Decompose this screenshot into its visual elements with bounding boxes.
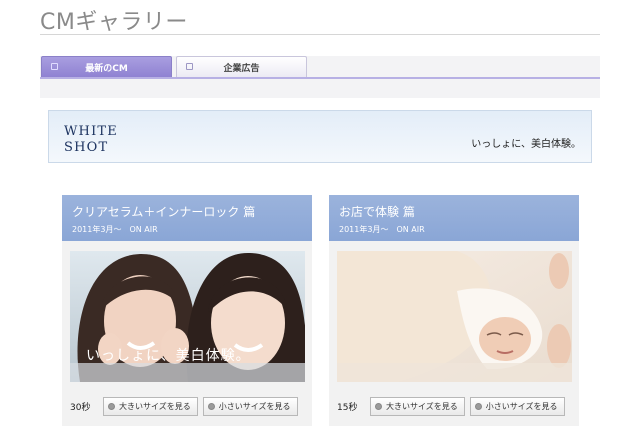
card-date: 2011年3月〜 ON AIR xyxy=(72,225,158,234)
tab-latest-cm[interactable]: 最新のCM xyxy=(41,56,172,77)
tab-label: 企業広告 xyxy=(223,63,260,74)
tab-square-icon xyxy=(186,63,193,70)
thumbnail-image xyxy=(337,251,572,382)
duration-label: 30秒 xyxy=(70,402,91,413)
card-title: クリアセラム＋インナーロック 篇 xyxy=(72,205,256,219)
card-date: 2011年3月〜 ON AIR xyxy=(339,225,425,234)
view-small-button[interactable]: 小さいサイズを見る xyxy=(202,396,298,416)
play-dot-icon xyxy=(375,402,382,410)
logo-line1: WHITE xyxy=(64,124,118,139)
tab-label: 最新のCM xyxy=(85,63,128,74)
title-divider xyxy=(40,34,600,35)
page-title: CMギャラリー xyxy=(40,10,188,35)
brand-banner: WHITE SHOT いっしょに、美白体験。 xyxy=(48,110,592,163)
play-dot-icon xyxy=(108,402,115,410)
view-small-button[interactable]: 小さいサイズを見る xyxy=(469,396,565,416)
view-large-button[interactable]: 大きいサイズを見る xyxy=(103,396,198,416)
button-label: 小さいサイズを見る xyxy=(218,401,291,411)
play-dot-icon xyxy=(207,402,215,410)
card-title: お店で体験 篇 xyxy=(339,205,415,219)
banner-tagline: いっしょに、美白体験。 xyxy=(471,139,581,150)
card-controls: 15秒 大きいサイズを見る 小さいサイズを見る xyxy=(337,396,565,416)
card-header: クリアセラム＋インナーロック 篇 2011年3月〜 ON AIR xyxy=(62,195,312,241)
white-shot-logo: WHITE SHOT xyxy=(64,124,118,156)
button-label: 小さいサイズを見る xyxy=(485,401,558,411)
button-label: 大きいサイズを見る xyxy=(386,401,458,411)
card-controls: 30秒 大きいサイズを見る 小さいサイズを見る xyxy=(70,396,298,416)
play-dot-icon xyxy=(474,402,482,410)
tab-underline xyxy=(40,77,600,79)
tab-bar: 最新のCM 企業広告 xyxy=(40,56,600,98)
thumbnail-caption: いっしょに、美白体験。 xyxy=(86,348,251,364)
view-large-button[interactable]: 大きいサイズを見る xyxy=(370,396,465,416)
duration-label: 15秒 xyxy=(337,402,358,413)
button-label: 大きいサイズを見る xyxy=(119,401,191,411)
logo-line2: SHOT xyxy=(64,140,109,155)
tab-square-icon xyxy=(51,63,58,70)
cm-card: クリアセラム＋インナーロック 篇 2011年3月〜 ON AIR いっしょに、美… xyxy=(62,195,312,426)
tab-corporate-ads[interactable]: 企業広告 xyxy=(176,56,307,77)
video-thumbnail[interactable] xyxy=(337,251,572,382)
video-thumbnail[interactable]: いっしょに、美白体験。 xyxy=(70,251,305,382)
card-header: お店で体験 篇 2011年3月〜 ON AIR xyxy=(329,195,579,241)
cm-card: お店で体験 篇 2011年3月〜 ON AIR 15秒 大きいサイズを見る 小さ… xyxy=(329,195,579,426)
